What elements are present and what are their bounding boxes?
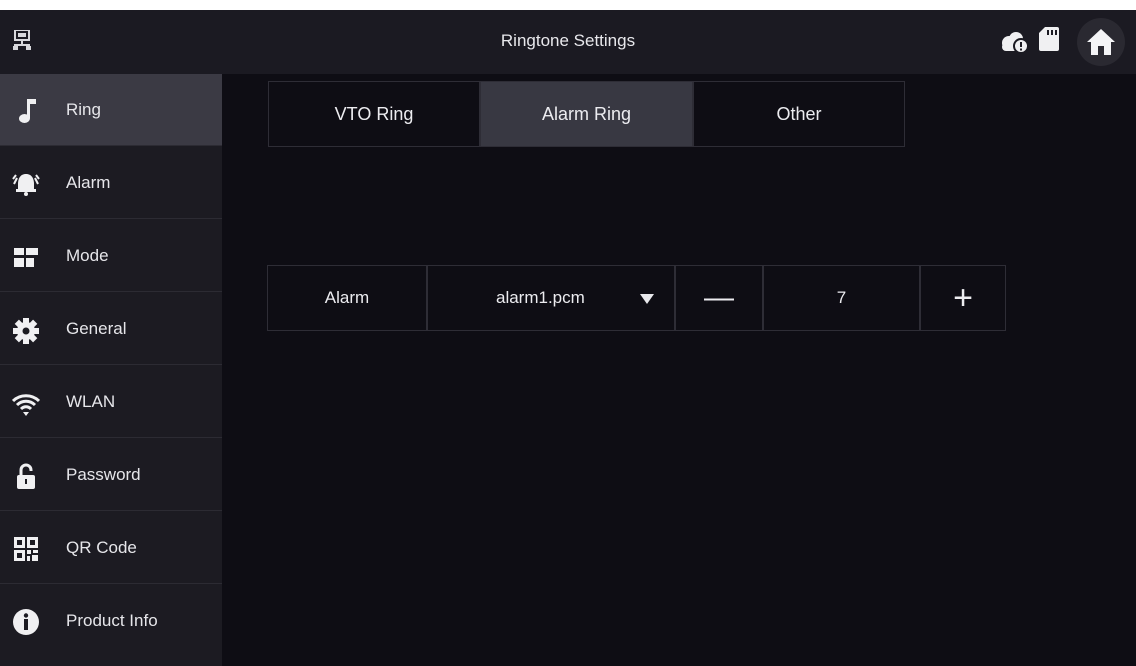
qr-code-icon xyxy=(14,537,38,561)
sidebar-item-password[interactable]: Password xyxy=(0,439,222,511)
ringtone-dropdown[interactable]: alarm1.pcm xyxy=(427,265,675,331)
tab-other[interactable]: Other xyxy=(693,81,905,147)
alarm-bell-icon xyxy=(12,174,40,196)
unlock-icon xyxy=(17,463,35,489)
gear-icon xyxy=(13,318,39,344)
sidebar-item-label: WLAN xyxy=(66,392,116,411)
cloud-icon[interactable] xyxy=(997,30,1031,54)
sidebar-item-wlan[interactable]: WLAN xyxy=(0,366,222,438)
volume-value: 7 xyxy=(763,265,920,331)
volume-increment-button[interactable]: + xyxy=(920,265,1006,331)
sidebar-item-label: Product Info xyxy=(66,611,158,630)
sidebar-item-label: Mode xyxy=(66,246,109,265)
sd-card-icon[interactable] xyxy=(1039,27,1059,51)
sidebar-item-label: QR Code xyxy=(66,538,137,557)
device-screen: Ringtone Settings Ring Alarm Mode Genera… xyxy=(0,10,1136,666)
wifi-icon xyxy=(12,394,40,416)
music-note-icon xyxy=(19,99,36,123)
sidebar-item-label: Ring xyxy=(66,100,101,119)
tab-alarm-ring[interactable]: Alarm Ring xyxy=(480,81,693,147)
sidebar-item-alarm[interactable]: Alarm xyxy=(0,147,222,219)
sidebar: Ring Alarm Mode General WLAN Password QR… xyxy=(0,74,222,666)
sidebar-item-product-info[interactable]: Product Info xyxy=(0,585,222,657)
sidebar-item-qr-code[interactable]: QR Code xyxy=(0,512,222,584)
tab-vto-ring[interactable]: VTO Ring xyxy=(268,81,480,147)
sidebar-item-ring[interactable]: Ring xyxy=(0,74,222,146)
info-icon xyxy=(13,609,39,635)
sidebar-item-label: General xyxy=(66,319,127,338)
sidebar-item-general[interactable]: General xyxy=(0,293,222,365)
sidebar-item-mode[interactable]: Mode xyxy=(0,220,222,292)
sidebar-item-label: Password xyxy=(66,465,141,484)
home-button[interactable] xyxy=(1077,18,1125,66)
volume-decrement-button[interactable]: — xyxy=(675,265,763,331)
mode-grid-icon xyxy=(14,248,38,267)
home-icon xyxy=(1087,29,1115,55)
top-bar: Ringtone Settings xyxy=(0,10,1136,74)
sidebar-item-label: Alarm xyxy=(66,173,111,192)
page-title: Ringtone Settings xyxy=(500,31,636,50)
chevron-down-icon xyxy=(640,294,654,304)
alarm-label: Alarm xyxy=(267,265,427,331)
ringtone-value: alarm1.pcm xyxy=(496,288,585,307)
